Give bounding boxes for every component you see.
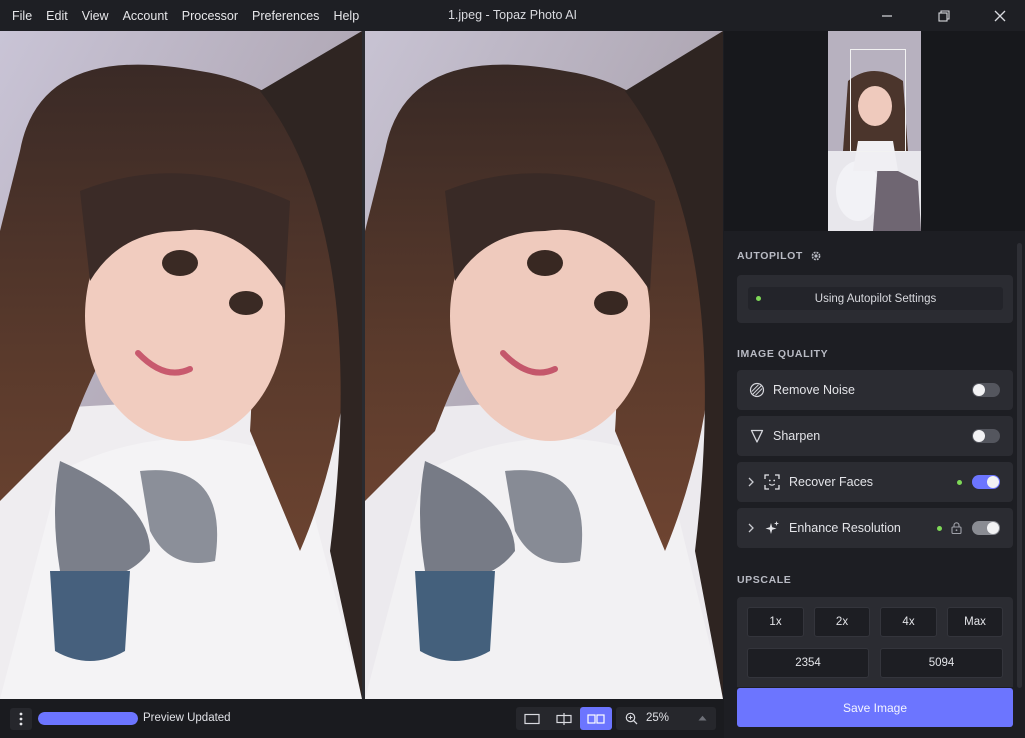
navigator-thumbnail[interactable]	[828, 31, 921, 231]
side-by-side-view-button[interactable]	[580, 707, 612, 730]
enhance-resolution-status-dot	[937, 526, 942, 531]
toggle-knob	[973, 384, 985, 396]
recover-faces-row[interactable]: Recover Faces	[737, 462, 1013, 502]
single-view-icon	[524, 713, 540, 724]
sharpen-label: Sharpen	[773, 429, 821, 443]
chevron-right-icon[interactable]	[747, 523, 755, 533]
recover-faces-toggle[interactable]	[972, 475, 1000, 489]
scale-max-button[interactable]: Max	[947, 607, 1003, 637]
remove-noise-row[interactable]: Remove Noise	[737, 370, 1013, 410]
menu-account[interactable]: Account	[123, 9, 168, 23]
autopilot-card: Using Autopilot Settings	[737, 275, 1013, 323]
menu-help[interactable]: Help	[333, 9, 359, 23]
restore-icon	[938, 9, 950, 22]
viewport-frame[interactable]	[850, 49, 906, 152]
zoom-level: 25%	[646, 712, 670, 724]
upscale-heading: UPSCALE	[737, 574, 792, 586]
restore-button[interactable]	[921, 0, 967, 31]
progress-fill	[38, 712, 138, 725]
menu-processor[interactable]: Processor	[182, 9, 238, 23]
original-photo	[0, 31, 362, 699]
view-mode-group	[516, 707, 612, 730]
autopilot-settings-label: Using Autopilot Settings	[814, 292, 937, 305]
original-image-pane[interactable]	[0, 31, 362, 699]
zoom-icon	[625, 712, 638, 725]
toggle-knob	[973, 430, 985, 442]
menu-view[interactable]: View	[82, 9, 109, 23]
scale-2x-button[interactable]: 2x	[814, 607, 870, 637]
sharpen-toggle[interactable]	[972, 429, 1000, 443]
navigator	[724, 31, 1025, 231]
face-icon	[764, 474, 780, 490]
lock-icon	[951, 522, 962, 534]
enhance-resolution-row[interactable]: Enhance Resolution	[737, 508, 1013, 548]
status-text: Preview Updated	[143, 712, 231, 724]
preview-image-pane[interactable]	[365, 31, 723, 699]
toggle-knob	[987, 476, 999, 488]
minimize-icon	[882, 14, 892, 17]
panel-scrollbar[interactable]	[1017, 243, 1022, 688]
enhance-resolution-toggle[interactable]	[972, 521, 1000, 535]
more-options-button[interactable]	[10, 708, 32, 730]
chevron-up-icon[interactable]	[698, 715, 707, 721]
preview-progress-bar	[38, 712, 138, 725]
height-field[interactable]: 5094	[880, 648, 1003, 678]
autopilot-heading: AUTOPILOT	[737, 250, 822, 262]
enhance-resolution-label: Enhance Resolution	[789, 521, 901, 535]
remove-noise-label: Remove Noise	[773, 383, 855, 397]
recover-faces-label: Recover Faces	[789, 475, 874, 489]
sparkle-icon	[765, 521, 779, 534]
recover-faces-status-dot	[957, 480, 962, 485]
side-by-side-icon	[587, 713, 605, 724]
menu-bar: File Edit View Account Processor Prefere…	[0, 0, 373, 31]
single-view-button[interactable]	[516, 707, 548, 730]
split-view-button[interactable]	[548, 707, 580, 730]
menu-file[interactable]: File	[12, 9, 32, 23]
scale-4x-button[interactable]: 4x	[880, 607, 937, 637]
preview-photo	[365, 31, 723, 699]
sharpen-row[interactable]: Sharpen	[737, 416, 1013, 456]
sharpen-icon	[750, 429, 764, 443]
kebab-icon	[19, 712, 23, 726]
image-quality-heading: IMAGE QUALITY	[737, 348, 829, 360]
menu-edit[interactable]: Edit	[46, 9, 68, 23]
close-icon	[994, 10, 1006, 21]
gear-icon[interactable]	[810, 250, 822, 262]
autopilot-heading-text: AUTOPILOT	[737, 250, 803, 262]
menu-preferences[interactable]: Preferences	[252, 9, 319, 23]
split-view-icon	[556, 712, 572, 725]
noise-icon	[749, 382, 765, 398]
width-field[interactable]: 2354	[747, 648, 869, 678]
autopilot-status-dot	[756, 296, 761, 301]
upscale-card: 1x 2x 4x Max 2354 5094	[737, 597, 1013, 687]
zoom-control[interactable]: 25%	[616, 707, 716, 730]
remove-noise-toggle[interactable]	[972, 383, 1000, 397]
toggle-knob	[987, 522, 999, 534]
chevron-right-icon[interactable]	[747, 477, 755, 487]
side-panel: AUTOPILOT Using Autopilot Settings IMAGE…	[724, 31, 1025, 738]
title-bar: File Edit View Account Processor Prefere…	[0, 0, 1025, 31]
scale-1x-button[interactable]: 1x	[747, 607, 804, 637]
close-button[interactable]	[977, 0, 1023, 31]
bottom-bar: Preview Updated 25%	[0, 699, 724, 738]
save-image-button[interactable]: Save Image	[737, 688, 1013, 727]
autopilot-settings-button[interactable]: Using Autopilot Settings	[748, 287, 1003, 310]
minimize-button[interactable]	[864, 0, 910, 31]
scrollbar-thumb[interactable]	[1017, 243, 1022, 688]
